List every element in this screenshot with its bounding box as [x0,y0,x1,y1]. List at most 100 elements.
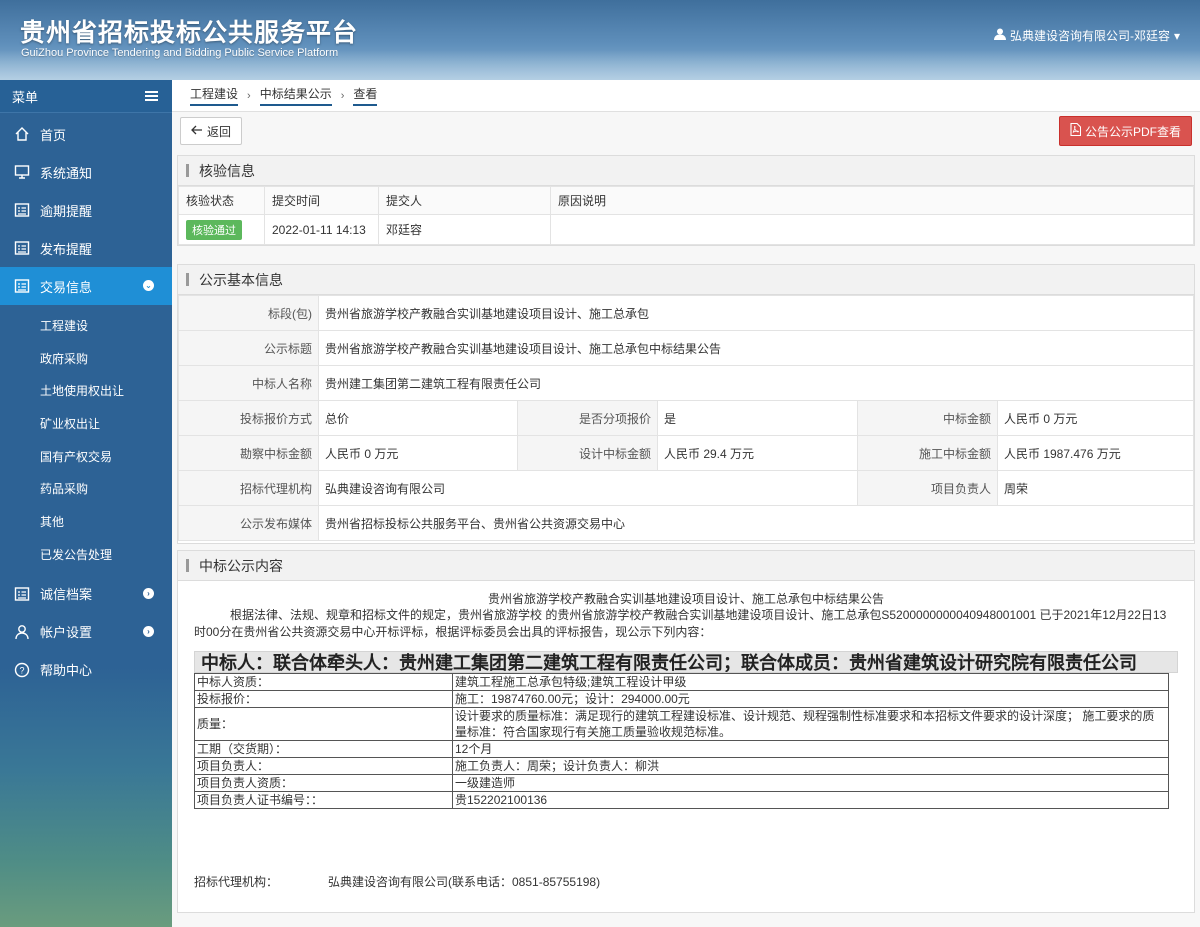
agency-value: 弘典建设咨询有限公司 [318,470,858,506]
verify-status-cell: 核验通过 [178,214,265,245]
construct-value: 人民币 1987.476 万元 [997,435,1194,471]
sidebar-item-label: 帐户设置 [40,625,93,640]
table-row: 项目负责人证书编号：： 贵152202100136 [194,791,1169,809]
agency-contact: 弘典建设咨询有限公司(联系电话：0851-85755198) [328,875,601,889]
sidebar-item-label: 首页 [40,127,67,143]
field-label: 招标代理机构 [178,470,319,506]
notice-heading: 贵州省旅游学校产教融合实训基地建设项目设计、施工总承包中标结果公告 [487,592,884,606]
sidebar-item-notices[interactable]: 系统通知 [0,153,172,191]
table-row: 公示标题 贵州省旅游学校产教融合实训基地建设项目设计、施工总承包中标结果公告 [178,330,1194,366]
detail-value: 施工：19874760.00元；设计：294000.00元 [452,690,1169,708]
sidebar-item-account[interactable]: 帐户设置 › [0,613,172,651]
help-icon: ? [14,662,30,678]
detail-key: 质量： [194,707,453,741]
sidebar-item-home[interactable]: 首页 [0,115,172,153]
detail-value: 施工负责人：周荣；设计负责人：柳洪 [452,757,1169,775]
submenu-item-mining[interactable]: 矿业权出让 [0,407,172,440]
sidebar-background [0,667,172,927]
svg-text:?: ? [19,665,24,675]
design-value: 人民币 29.4 万元 [657,435,858,471]
sidebar-item-publish-reminder[interactable]: 发布提醒 [0,229,172,267]
table-row: 投标报价： 施工：19874760.00元；设计：294000.00元 [194,690,1169,708]
status-badge: 核验通过 [186,219,242,240]
pdf-view-button[interactable]: 公告公示PDF查看 [1058,116,1192,146]
submenu-item-state-assets[interactable]: 国有产权交易 [0,440,172,473]
table-row: 工期（交货期）： 12个月 [194,740,1169,758]
breadcrumb-award-notice[interactable]: 中标结果公示 [259,85,332,106]
basic-info-panel: 公示基本信息 标段(包) 贵州省旅游学校产教融合实训基地建设项目设计、施工总承包… [177,264,1195,544]
sidebar-item-trade-info[interactable]: 交易信息 ⌄ [0,267,172,305]
verify-time: 2022-01-11 14:13 [264,214,379,245]
pdf-label: 公告公示PDF查看 [1084,124,1181,139]
table-row: 核验通过 2022-01-11 14:13 邓廷容 [178,214,1194,245]
field-label: 标段(包) [178,295,319,331]
table-row: 中标人资质： 建筑工程施工总承包特级;建筑工程设计甲级 [194,673,1169,691]
submenu-item-published-handling[interactable]: 已发公告处理 [0,538,172,571]
table-row: 投标报价方式 总价 是否分项报价 是 中标金额 人民币 0 万元 [178,400,1194,436]
breadcrumb-engineering[interactable]: 工程建设 [190,85,239,106]
media-value: 贵州省招标投标公共服务平台、贵州省公共资源交易中心 [318,505,1194,541]
back-icon [191,124,203,138]
amount-value: 人民币 0 万元 [997,400,1194,436]
submenu-item-gov-procurement[interactable]: 政府采购 [0,342,172,375]
split-value: 是 [657,400,858,436]
submenu-item-drug-procurement[interactable]: 药品采购 [0,472,172,505]
survey-value: 人民币 0 万元 [318,435,518,471]
toolbar: 返回 公告公示PDF查看 [172,112,1200,152]
column-header: 提交人 [378,186,551,215]
table-row: 项目负责人： 施工负责人：周荣；设计负责人：柳洪 [194,757,1169,775]
column-header: 原因说明 [550,186,1194,215]
sidebar-item-credit[interactable]: 诚信档案 › [0,575,172,613]
list-icon [14,240,30,256]
agency-label: 招标代理机构： [194,875,279,889]
field-label: 勘察中标金额 [178,435,319,471]
back-button[interactable]: 返回 [180,117,243,145]
award-content-title: 中标公示内容 [199,557,283,574]
sidebar-item-label: 诚信档案 [40,587,93,602]
detail-key: 投标报价： [194,690,453,708]
caret-down-icon: ▾ [1173,28,1180,43]
detail-value: 一级建造师 [452,774,1169,792]
verify-reason [550,214,1194,245]
table-row: 标段(包) 贵州省旅游学校产教融合实训基地建设项目设计、施工总承包 [178,295,1194,331]
detail-key: 项目负责人： [194,757,453,775]
submenu-item-land-use[interactable]: 土地使用权出让 [0,374,172,407]
sidebar-header: 菜单 [0,80,172,113]
detail-value: 贵152202100136 [452,791,1169,809]
sidebar-item-help[interactable]: ? 帮助中心 [0,651,172,689]
sidebar-item-label: 帮助中心 [40,663,93,678]
sidebar-item-overdue[interactable]: 逾期提醒 [0,191,172,229]
field-label: 施工中标金额 [857,435,998,471]
column-header: 提交时间 [264,186,379,215]
chevron-down-icon: ⌄ [143,280,154,291]
breadcrumb-view: 查看 [353,85,378,106]
sidebar-item-label: 系统通知 [40,165,93,181]
section-value: 贵州省旅游学校产教融合实训基地建设项目设计、施工总承包 [318,295,1194,331]
chevron-right-icon: › [340,89,345,102]
sidebar-item-label: 发布提醒 [40,241,93,257]
pdf-icon [1070,122,1082,139]
table-row: 公示发布媒体 贵州省招标投标公共服务平台、贵州省公共资源交易中心 [178,505,1194,541]
submenu-item-other[interactable]: 其他 [0,505,172,538]
sidebar-item-label: 逾期提醒 [40,203,93,219]
field-label: 是否分项报价 [517,400,658,436]
site-title: 贵州省招标投标公共服务平台 [20,19,359,47]
back-label: 返回 [207,124,232,139]
user-menu[interactable]: 弘典建设咨询有限公司-邓廷容 ▾ [993,27,1180,44]
manager-value: 周荣 [997,470,1194,506]
breadcrumb: 工程建设 › 中标结果公示 › 查看 [172,80,1200,112]
chevron-right-icon: › [247,89,251,102]
submenu-item-engineering[interactable]: 工程建设 [0,309,172,342]
basic-info-header: 公示基本信息 [178,265,1194,295]
field-label: 项目负责人 [857,470,998,506]
agency-line: 招标代理机构： 弘典建设咨询有限公司(联系电话：0851-85755198) [194,873,600,890]
list-icon [14,202,30,218]
basic-info-table: 标段(包) 贵州省旅游学校产教融合实训基地建设项目设计、施工总承包 公示标题 贵… [178,295,1194,541]
column-header: 核验状态 [178,186,265,215]
table-row: 质量： 设计要求的质量标准：满足现行的建筑工程建设标准、设计规范、规程强制性标准要… [194,707,1169,741]
verify-submitter: 邓廷容 [378,214,551,245]
sidebar: 菜单 首页 系统通知 逾期提醒 发布提醒 交易信息 ⌄ 工程建设 政府采购 土地… [0,80,172,927]
verify-title: 核验信息 [199,162,255,179]
table-row: 项目负责人资质： 一级建造师 [194,774,1169,792]
hamburger-icon[interactable] [145,91,158,101]
